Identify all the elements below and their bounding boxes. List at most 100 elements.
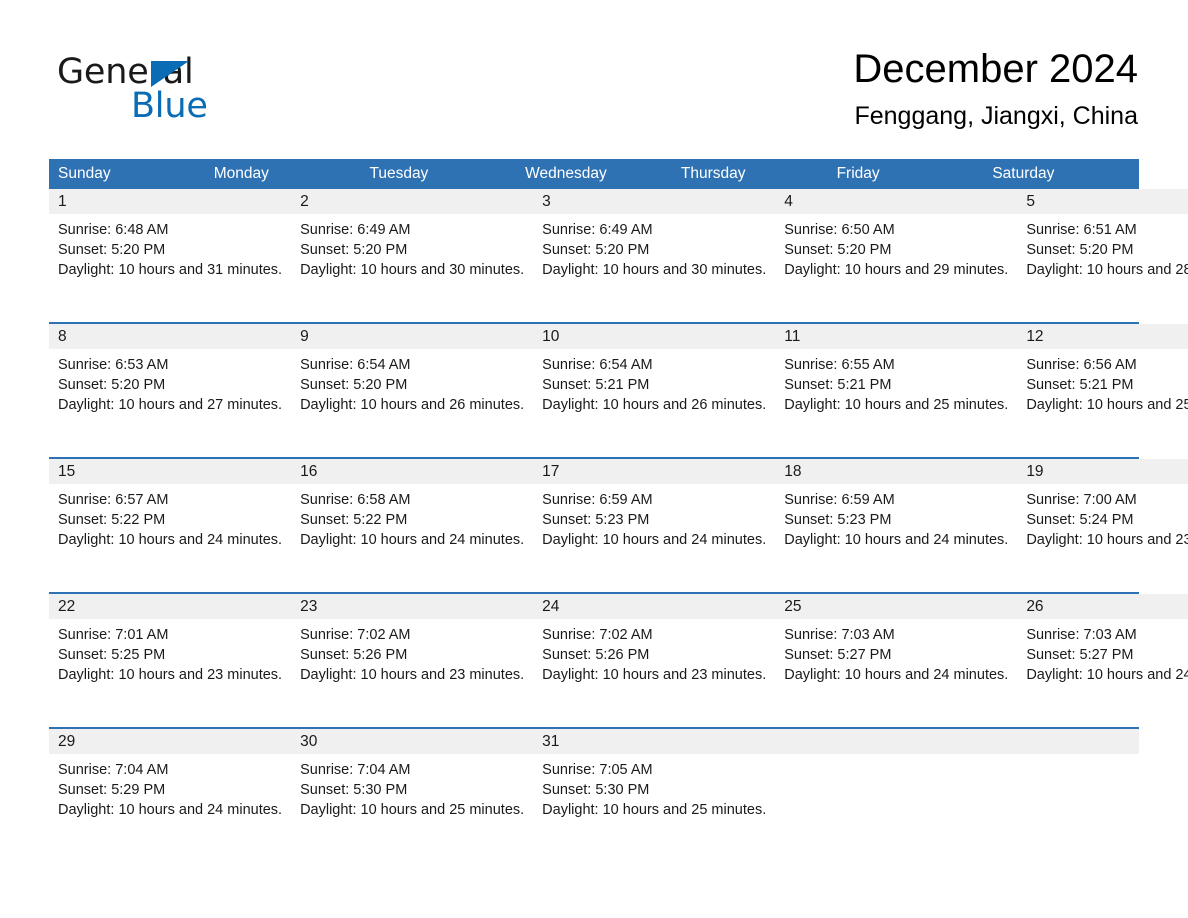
- sunset-text: Sunset: 5:24 PM: [1026, 512, 1134, 529]
- day-number-band: 3: [533, 189, 776, 214]
- calendar-week-row: 29 Sunrise: 7:04 AM Sunset: 5:29 PM Dayligh…: [49, 727, 1139, 862]
- day-info: [1048, 754, 1139, 760]
- calendar-day-cell[interactable]: 23 Sunrise: 7:02 AM Sunset: 5:26 PM Dayligh…: [291, 594, 534, 727]
- day-number-band: 4: [775, 189, 1018, 214]
- day-number: 17: [542, 463, 560, 480]
- day-number-band: [866, 729, 958, 754]
- day-info: Sunrise: 7:03 AM Sunset: 5:27 PM Daylight:…: [1017, 619, 1188, 686]
- day-number-band: [1048, 729, 1139, 754]
- daylight-text: Daylight: 10 hours and 24 minutes.: [58, 532, 283, 549]
- day-number: 15: [58, 463, 76, 480]
- weekday-header-saturday: Saturday: [992, 165, 1055, 182]
- day-number-band: 17: [533, 459, 776, 484]
- logo-triangle-icon: [151, 61, 189, 87]
- day-info: Sunrise: 6:49 AM Sunset: 5:20 PM Daylight:…: [291, 214, 533, 281]
- sunrise-text: Sunrise: 6:49 AM: [300, 222, 411, 238]
- sunrise-text: Sunrise: 7:04 AM: [58, 762, 169, 778]
- day-number-band: 24: [533, 594, 776, 619]
- calendar-day-cell[interactable]: 12 Sunrise: 6:56 AM Sunset: 5:21 PM Dayligh…: [1017, 324, 1188, 457]
- day-number-band: 23: [291, 594, 534, 619]
- day-number-band: [957, 729, 1049, 754]
- day-number: 30: [300, 733, 318, 750]
- calendar-day-cell[interactable]: 19 Sunrise: 7:00 AM Sunset: 5:24 PM Dayligh…: [1017, 459, 1188, 592]
- calendar-week-row: 22 Sunrise: 7:01 AM Sunset: 5:25 PM Dayligh…: [49, 592, 1188, 727]
- weekday-header-wednesday: Wednesday: [525, 165, 607, 182]
- calendar-day-cell[interactable]: 18 Sunrise: 6:59 AM Sunset: 5:23 PM Dayligh…: [775, 459, 1018, 592]
- day-number-band: 16: [291, 459, 534, 484]
- day-info: Sunrise: 6:54 AM Sunset: 5:21 PM Daylight:…: [533, 349, 775, 416]
- sunset-text: Sunset: 5:20 PM: [542, 242, 650, 259]
- sunrise-text: Sunrise: 6:54 AM: [542, 357, 653, 373]
- day-number: 9: [300, 328, 309, 345]
- daylight-text: Daylight: 10 hours and 25 minutes.: [1026, 397, 1188, 414]
- day-info: Sunrise: 6:56 AM Sunset: 5:21 PM Daylight:…: [1017, 349, 1188, 416]
- sunrise-text: Sunrise: 6:58 AM: [300, 492, 411, 508]
- day-number-band: 15: [49, 459, 292, 484]
- calendar-day-cell[interactable]: 2 Sunrise: 6:49 AM Sunset: 5:20 PM Daylight…: [291, 189, 534, 322]
- generalblue-logo: General Blue: [57, 52, 317, 132]
- calendar-day-cell[interactable]: 16 Sunrise: 6:58 AM Sunset: 5:22 PM Dayligh…: [291, 459, 534, 592]
- sunrise-text: Sunrise: 7:02 AM: [300, 627, 411, 643]
- day-info: Sunrise: 7:01 AM Sunset: 5:25 PM Daylight:…: [49, 619, 291, 686]
- day-number: 18: [784, 463, 802, 480]
- day-number: 2: [300, 193, 309, 210]
- day-number: 31: [542, 733, 560, 750]
- calendar-day-cell[interactable]: 22 Sunrise: 7:01 AM Sunset: 5:25 PM Dayligh…: [49, 594, 292, 727]
- day-number: 11: [784, 328, 801, 345]
- calendar-day-cell[interactable]: 25 Sunrise: 7:03 AM Sunset: 5:27 PM Dayligh…: [775, 594, 1018, 727]
- day-number: 3: [542, 193, 551, 210]
- day-number-band: 19: [1017, 459, 1188, 484]
- day-number-band: 22: [49, 594, 292, 619]
- calendar-day-cell-empty: [866, 729, 958, 862]
- day-info: Sunrise: 7:04 AM Sunset: 5:30 PM Daylight:…: [291, 754, 533, 821]
- calendar-day-cell[interactable]: 30 Sunrise: 7:04 AM Sunset: 5:30 PM Dayligh…: [291, 729, 534, 862]
- day-number-band: 8: [49, 324, 292, 349]
- day-info: [957, 754, 1048, 760]
- calendar-day-cell[interactable]: 17 Sunrise: 6:59 AM Sunset: 5:23 PM Dayligh…: [533, 459, 776, 592]
- calendar-day-cell[interactable]: 3 Sunrise: 6:49 AM Sunset: 5:20 PM Daylight…: [533, 189, 776, 322]
- sunset-text: Sunset: 5:26 PM: [300, 647, 408, 664]
- daylight-text: Daylight: 10 hours and 25 minutes.: [784, 397, 1009, 414]
- daylight-text: Daylight: 10 hours and 29 minutes.: [784, 262, 1009, 279]
- sunset-text: Sunset: 5:26 PM: [542, 647, 650, 664]
- day-number: 16: [300, 463, 318, 480]
- sunset-text: Sunset: 5:20 PM: [58, 242, 166, 259]
- day-number: 23: [300, 598, 318, 615]
- calendar-week-row: 8 Sunrise: 6:53 AM Sunset: 5:20 PM Daylight…: [49, 322, 1188, 457]
- day-number-band: 2: [291, 189, 534, 214]
- weekday-header-sunday: Sunday: [58, 165, 111, 182]
- calendar-day-cell[interactable]: 4 Sunrise: 6:50 AM Sunset: 5:20 PM Daylight…: [775, 189, 1018, 322]
- calendar-day-cell[interactable]: 24 Sunrise: 7:02 AM Sunset: 5:26 PM Dayligh…: [533, 594, 776, 727]
- calendar-day-cell[interactable]: 5 Sunrise: 6:51 AM Sunset: 5:20 PM Daylight…: [1017, 189, 1188, 322]
- daylight-text: Daylight: 10 hours and 24 minutes.: [58, 802, 283, 819]
- calendar-day-cell[interactable]: 29 Sunrise: 7:04 AM Sunset: 5:29 PM Dayligh…: [49, 729, 292, 862]
- daylight-text: Daylight: 10 hours and 24 minutes.: [300, 532, 525, 549]
- day-number: 29: [58, 733, 76, 750]
- sunrise-text: Sunrise: 6:49 AM: [542, 222, 653, 238]
- sunrise-text: Sunrise: 7:00 AM: [1026, 492, 1137, 508]
- calendar-day-cell-empty: [957, 729, 1049, 862]
- day-number-band: 11: [775, 324, 1018, 349]
- page-header: General Blue December 2024 Fenggang, Jia…: [0, 0, 1188, 150]
- calendar-day-cell[interactable]: 10 Sunrise: 6:54 AM Sunset: 5:21 PM Dayligh…: [533, 324, 776, 457]
- calendar-day-cell[interactable]: 9 Sunrise: 6:54 AM Sunset: 5:20 PM Daylight…: [291, 324, 534, 457]
- daylight-text: Daylight: 10 hours and 27 minutes.: [58, 397, 283, 414]
- calendar-day-cell[interactable]: 26 Sunrise: 7:03 AM Sunset: 5:27 PM Dayligh…: [1017, 594, 1188, 727]
- daylight-text: Daylight: 10 hours and 24 minutes.: [542, 532, 767, 549]
- calendar-day-cell[interactable]: 8 Sunrise: 6:53 AM Sunset: 5:20 PM Daylight…: [49, 324, 292, 457]
- daylight-text: Daylight: 10 hours and 26 minutes.: [300, 397, 525, 414]
- calendar-day-cell[interactable]: 31 Sunrise: 7:05 AM Sunset: 5:30 PM Dayligh…: [533, 729, 776, 862]
- day-number-band: 12: [1017, 324, 1188, 349]
- day-info: Sunrise: 7:00 AM Sunset: 5:24 PM Daylight:…: [1017, 484, 1188, 551]
- sunrise-text: Sunrise: 6:51 AM: [1026, 222, 1137, 238]
- sunrise-text: Sunrise: 6:56 AM: [1026, 357, 1137, 373]
- day-info: Sunrise: 6:59 AM Sunset: 5:23 PM Daylight:…: [775, 484, 1017, 551]
- day-info: [866, 754, 957, 760]
- day-info: Sunrise: 6:51 AM Sunset: 5:20 PM Daylight:…: [1017, 214, 1188, 281]
- calendar-day-cell[interactable]: 11 Sunrise: 6:55 AM Sunset: 5:21 PM Dayligh…: [775, 324, 1018, 457]
- sunset-text: Sunset: 5:20 PM: [1026, 242, 1134, 259]
- day-info: Sunrise: 6:48 AM Sunset: 5:20 PM Daylight:…: [49, 214, 291, 281]
- calendar-day-cell[interactable]: 1 Sunrise: 6:48 AM Sunset: 5:20 PM Daylight…: [49, 189, 292, 322]
- calendar-day-cell[interactable]: 15 Sunrise: 6:57 AM Sunset: 5:22 PM Dayligh…: [49, 459, 292, 592]
- weekday-header-thursday: Thursday: [680, 165, 746, 182]
